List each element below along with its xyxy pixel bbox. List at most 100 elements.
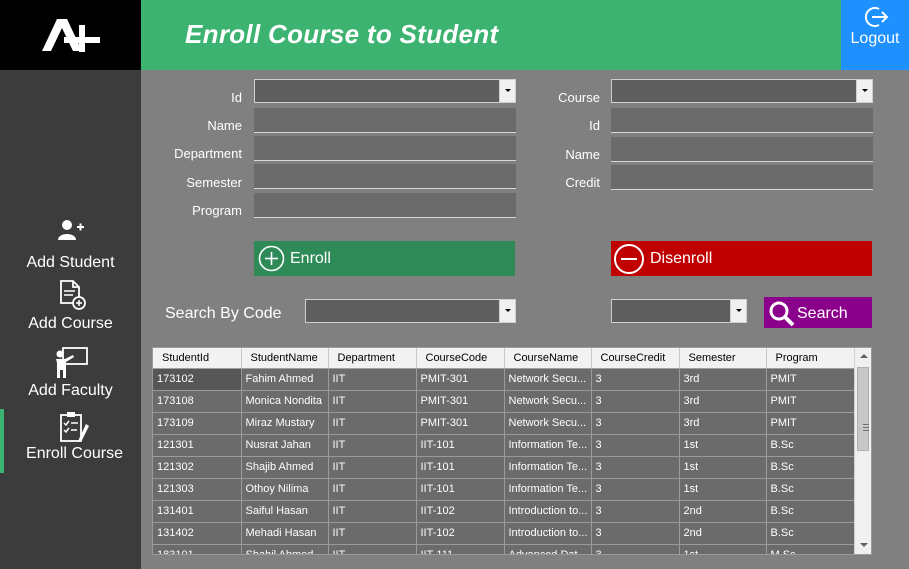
- table-cell[interactable]: 3rd: [679, 368, 767, 391]
- table-cell[interactable]: 3: [591, 500, 680, 523]
- column-header-coursecredit[interactable]: CourseCredit: [591, 348, 680, 369]
- table-row[interactable]: 121301 Nusrat Jahan IIT IIT-101 Information …: [153, 434, 855, 457]
- chevron-down-icon[interactable]: [856, 80, 872, 102]
- table-cell[interactable]: B.Sc: [766, 522, 855, 545]
- search-button[interactable]: Search: [764, 297, 872, 328]
- chevron-down-icon[interactable]: [730, 300, 746, 322]
- table-cell[interactable]: Othoy Nilima: [241, 478, 329, 501]
- table-cell[interactable]: IIT-101: [416, 434, 505, 457]
- table-cell[interactable]: 121302: [153, 456, 242, 479]
- disenroll-button[interactable]: Disenroll: [611, 241, 872, 276]
- column-header-coursecode[interactable]: CourseCode: [416, 348, 505, 369]
- sidebar-item-enroll-course[interactable]: Enroll Course: [0, 409, 141, 473]
- table-cell[interactable]: Miraz Mustary: [241, 412, 329, 435]
- chevron-down-icon[interactable]: [499, 300, 515, 322]
- table-cell[interactable]: IIT-102: [416, 500, 505, 523]
- table-row[interactable]: 173102 Fahim Ahmed IIT PMIT-301 Network Secu…: [153, 368, 855, 391]
- table-cell[interactable]: 3: [591, 544, 680, 554]
- course-name-field[interactable]: [611, 137, 873, 162]
- table-cell[interactable]: Information Te...: [504, 478, 592, 501]
- table-cell[interactable]: 131401: [153, 500, 242, 523]
- table-cell[interactable]: 3: [591, 434, 680, 457]
- table-cell[interactable]: PMIT: [766, 390, 855, 413]
- table-cell[interactable]: 3: [591, 390, 680, 413]
- table-cell[interactable]: IIT: [328, 368, 417, 391]
- table-cell[interactable]: B.Sc: [766, 456, 855, 479]
- search-filter-select[interactable]: [611, 299, 747, 323]
- table-cell[interactable]: Mehadi Hasan: [241, 522, 329, 545]
- table-cell[interactable]: PMIT-301: [416, 368, 505, 391]
- table-cell[interactable]: 2nd: [679, 500, 767, 523]
- logout-button[interactable]: Logout: [841, 0, 909, 70]
- table-cell[interactable]: Shahil Ahmed: [241, 544, 329, 554]
- table-cell[interactable]: IIT: [328, 434, 417, 457]
- table-cell[interactable]: Shajib Ahmed: [241, 456, 329, 479]
- table-row[interactable]: 121303 Othoy Nilima IIT IIT-101 Information …: [153, 478, 855, 501]
- credit-field[interactable]: [611, 165, 873, 190]
- table-cell[interactable]: PMIT-301: [416, 412, 505, 435]
- table-cell[interactable]: 173109: [153, 412, 242, 435]
- table-cell[interactable]: 1st: [679, 456, 767, 479]
- scroll-down-icon[interactable]: [855, 537, 871, 554]
- table-cell[interactable]: IIT: [328, 456, 417, 479]
- semester-field[interactable]: [254, 164, 516, 189]
- table-cell[interactable]: Fahim Ahmed: [241, 368, 329, 391]
- table-cell[interactable]: PMIT: [766, 412, 855, 435]
- chevron-down-icon[interactable]: [499, 80, 515, 102]
- table-cell[interactable]: B.Sc: [766, 478, 855, 501]
- table-cell[interactable]: IIT: [328, 544, 417, 554]
- table-cell[interactable]: 2nd: [679, 522, 767, 545]
- table-cell[interactable]: B.Sc: [766, 500, 855, 523]
- table-cell[interactable]: 121301: [153, 434, 242, 457]
- table-cell[interactable]: 121303: [153, 478, 242, 501]
- scroll-thumb[interactable]: [857, 367, 869, 451]
- table-cell[interactable]: 3: [591, 522, 680, 545]
- table-row[interactable]: 121302 Shajib Ahmed IIT IIT-101 Information …: [153, 456, 855, 479]
- table-cell[interactable]: 3rd: [679, 390, 767, 413]
- table-cell[interactable]: Information Te...: [504, 456, 592, 479]
- table-cell[interactable]: 1st: [679, 544, 767, 554]
- column-header-coursename[interactable]: CourseName: [504, 348, 592, 369]
- table-cell[interactable]: 3: [591, 412, 680, 435]
- table-cell[interactable]: Introduction to...: [504, 522, 592, 545]
- column-header-program[interactable]: Program: [766, 348, 855, 369]
- table-cell[interactable]: 3rd: [679, 412, 767, 435]
- scroll-up-icon[interactable]: [855, 348, 871, 365]
- department-field[interactable]: [254, 136, 516, 161]
- table-row[interactable]: 173109 Miraz Mustary IIT PMIT-301 Network Se…: [153, 412, 855, 435]
- table-cell[interactable]: Introduction to...: [504, 500, 592, 523]
- sidebar-item-add-course[interactable]: Add Course: [0, 279, 141, 343]
- column-header-department[interactable]: Department: [328, 348, 417, 369]
- table-row[interactable]: 183101 Shahil Ahmed IIT IIT-111 Advanced Dat…: [153, 544, 855, 554]
- table-cell[interactable]: IIT: [328, 522, 417, 545]
- column-header-studentid[interactable]: StudentId: [153, 348, 242, 369]
- table-cell[interactable]: IIT: [328, 500, 417, 523]
- column-header-studentname[interactable]: StudentName: [241, 348, 329, 369]
- enrollment-grid[interactable]: StudentId StudentName Department CourseC…: [152, 347, 872, 555]
- program-field[interactable]: [254, 193, 516, 218]
- table-cell[interactable]: 3: [591, 478, 680, 501]
- sidebar-item-add-student[interactable]: Add Student: [0, 218, 141, 282]
- table-cell[interactable]: 1st: [679, 434, 767, 457]
- table-cell[interactable]: IIT: [328, 412, 417, 435]
- table-cell[interactable]: IIT-111: [416, 544, 505, 554]
- table-row[interactable]: 131402 Mehadi Hasan IIT IIT-102 Introduction…: [153, 522, 855, 545]
- table-cell[interactable]: Nusrat Jahan: [241, 434, 329, 457]
- table-cell[interactable]: PMIT-301: [416, 390, 505, 413]
- column-header-semester[interactable]: Semester: [679, 348, 767, 369]
- table-cell[interactable]: Information Te...: [504, 434, 592, 457]
- table-cell[interactable]: Advanced Dat...: [504, 544, 592, 554]
- course-select[interactable]: [611, 79, 873, 103]
- table-cell[interactable]: IIT-102: [416, 522, 505, 545]
- table-cell[interactable]: 1st: [679, 478, 767, 501]
- table-cell[interactable]: IIT-101: [416, 456, 505, 479]
- student-name-field[interactable]: [254, 108, 516, 133]
- table-cell[interactable]: IIT-101: [416, 478, 505, 501]
- table-cell[interactable]: Saiful Hasan: [241, 500, 329, 523]
- table-cell[interactable]: 3: [591, 456, 680, 479]
- table-cell[interactable]: 173108: [153, 390, 242, 413]
- table-cell[interactable]: Monica Nondita: [241, 390, 329, 413]
- grid-scrollbar[interactable]: [854, 348, 871, 554]
- table-cell[interactable]: IIT: [328, 478, 417, 501]
- table-cell[interactable]: Network Secu...: [504, 390, 592, 413]
